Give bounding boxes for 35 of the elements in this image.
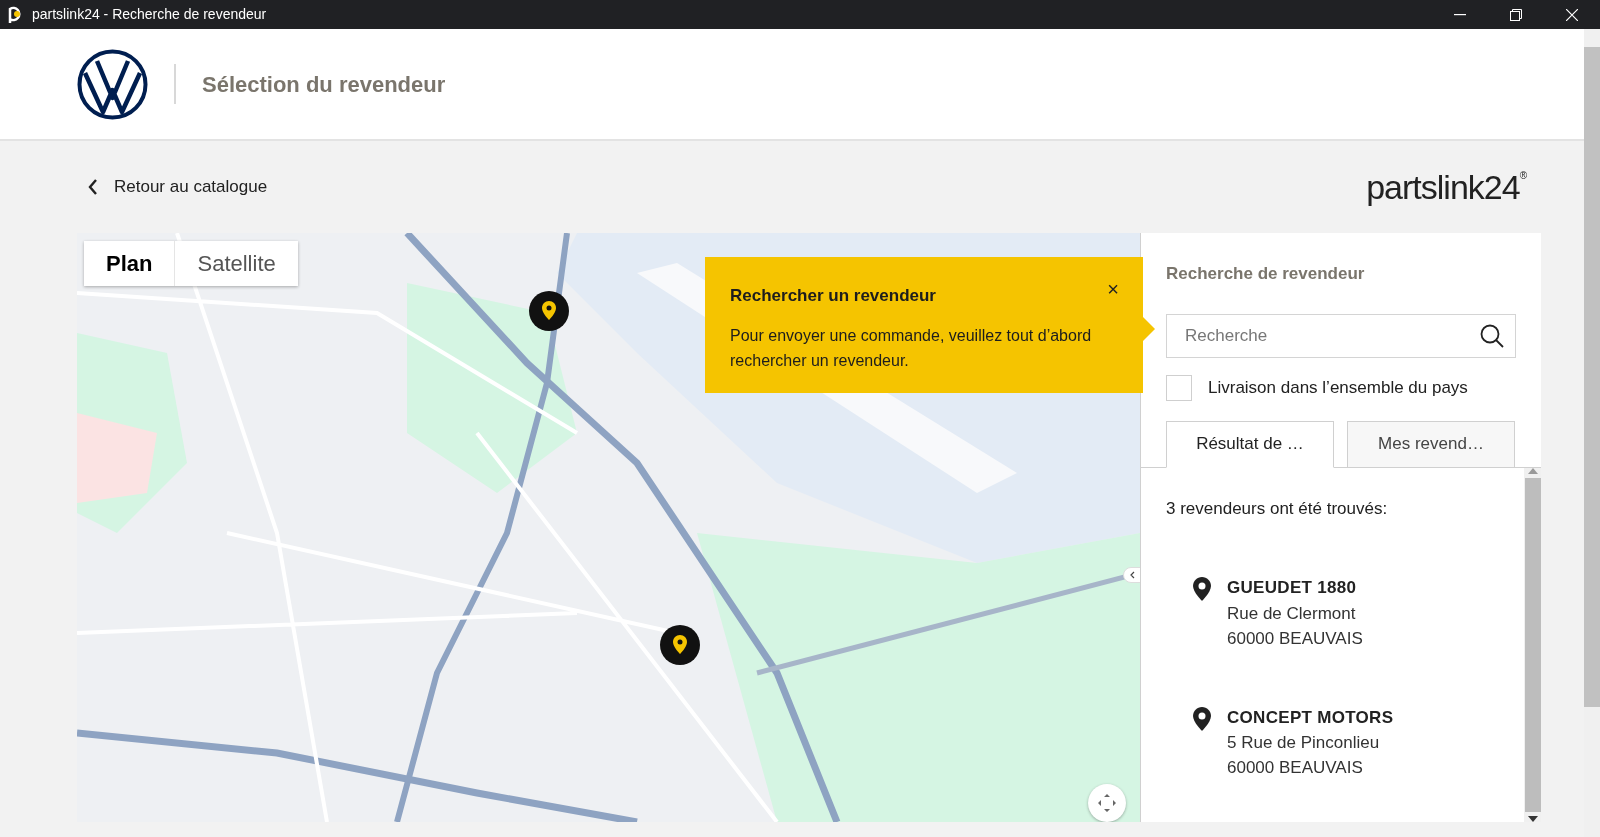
- map-view-tab[interactable]: Satellite: [174, 241, 298, 286]
- minimize-icon[interactable]: [1454, 13, 1466, 16]
- chevron-left-icon: [88, 179, 98, 195]
- window-title: partslink24 - Recherche de revendeur: [32, 5, 267, 24]
- dealer-city: 60000 BEAUVAIS: [1227, 627, 1363, 650]
- location-pin-icon: [1193, 706, 1211, 731]
- checkbox[interactable]: [1166, 374, 1192, 401]
- result-tab[interactable]: Résultat de …: [1166, 420, 1334, 468]
- move-arrows-icon[interactable]: [1097, 793, 1117, 813]
- close-icon[interactable]: [1566, 8, 1578, 21]
- close-button[interactable]: ×: [1107, 279, 1119, 299]
- popup-text: Pour envoyer une commande, veuillez tout d’abord rechercher un revendeur.: [730, 325, 1093, 371]
- page-title: Sélection du revendeur: [202, 70, 446, 99]
- dealer-name[interactable]: CONCEPT MOTORS: [1227, 704, 1394, 730]
- brand-logo: partslink24$^{®}$: [1366, 166, 1526, 208]
- dealer-street: Rue de Clermont: [1227, 602, 1357, 625]
- dealer-city: 60000 BEAUVAIS: [1227, 757, 1364, 779]
- restore-icon[interactable]: [1510, 8, 1522, 21]
- panel-title: Recherche de revendeur: [1166, 263, 1366, 285]
- map-pin-icon[interactable]: [529, 291, 569, 331]
- location-pin-icon: [1193, 577, 1211, 601]
- dealer-name[interactable]: GUEUDET 1880: [1227, 575, 1363, 601]
- search-field[interactable]: Recherche: [1166, 313, 1516, 358]
- scrollbar[interactable]: [1524, 467, 1541, 822]
- checkbox-label[interactable]: Livraison dans l’ensemble du pays: [1208, 374, 1468, 401]
- dealer-street: 5 Rue de Pinconlieu: [1227, 732, 1381, 754]
- result-count: 3 revendeurs ont été trouvés:: [1166, 497, 1389, 520]
- search-icon[interactable]: [1480, 323, 1504, 348]
- scroll-down-icon[interactable]: [1527, 816, 1538, 822]
- map-view-tab[interactable]: Plan: [84, 241, 175, 286]
- result-tab[interactable]: Mes revend…: [1347, 420, 1515, 468]
- map-pin-icon[interactable]: [660, 625, 700, 665]
- popup-title: Rechercher un revendeur: [730, 285, 937, 307]
- back-link[interactable]: Retour au catalogue: [114, 174, 268, 200]
- brand-logo-icon: [77, 48, 148, 120]
